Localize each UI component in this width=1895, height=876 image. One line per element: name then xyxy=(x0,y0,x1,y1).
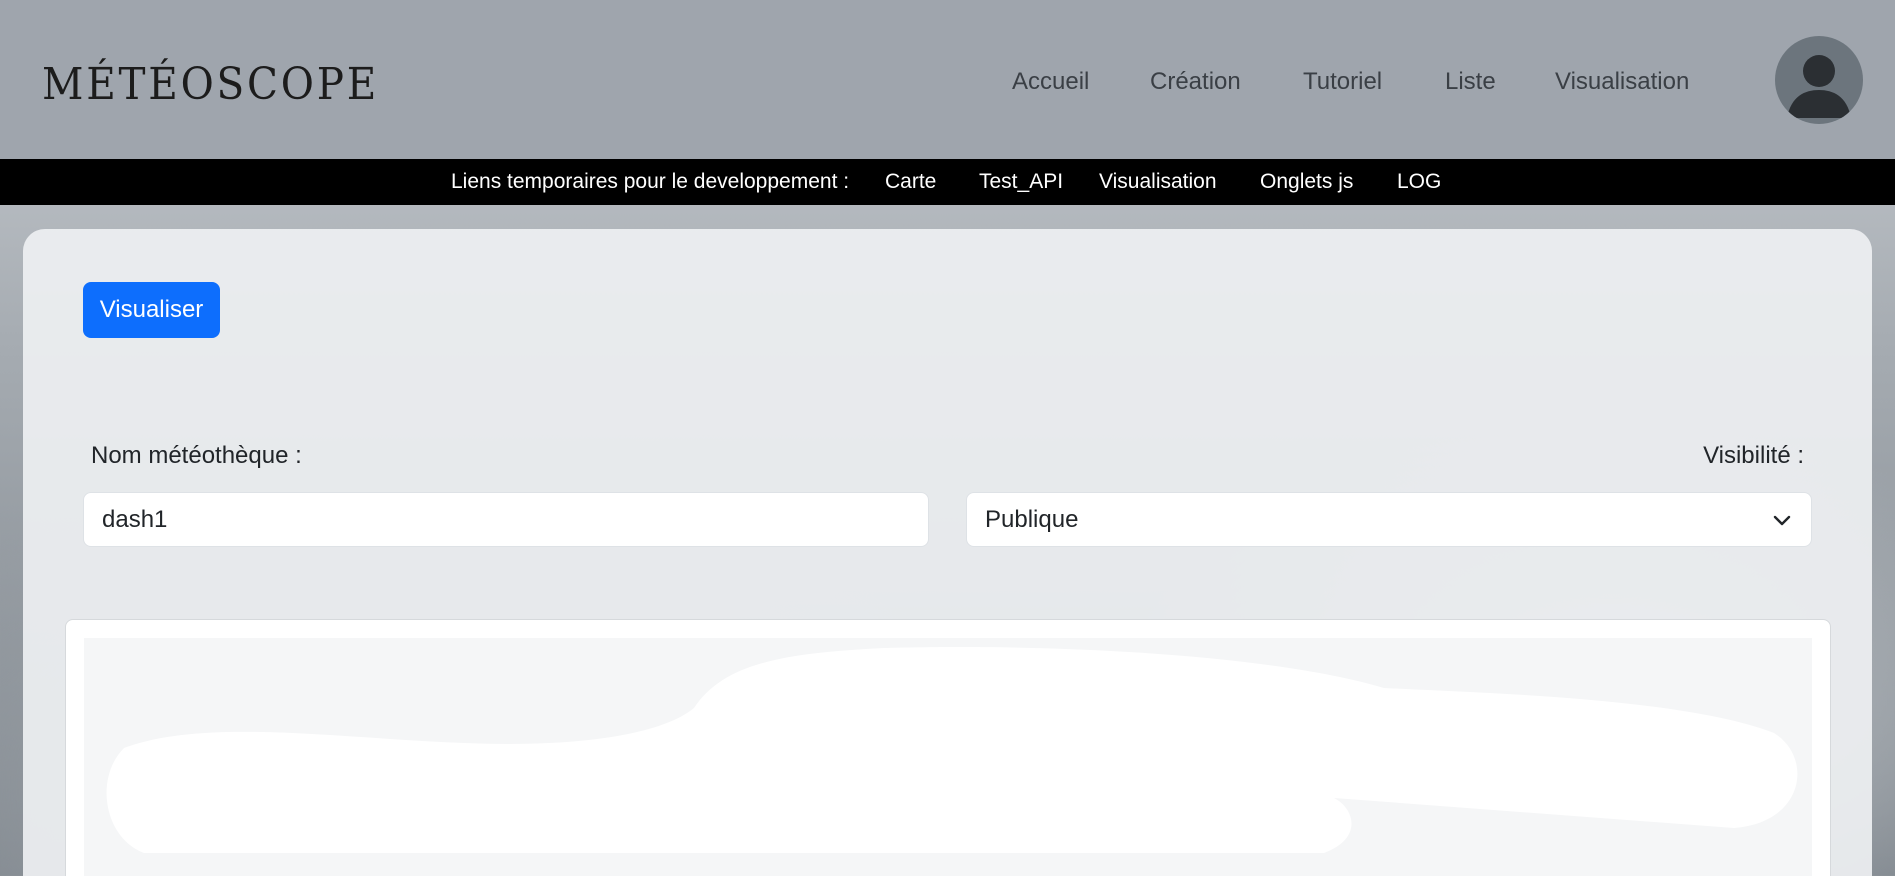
visibility-label: Visibilité : xyxy=(1703,442,1804,469)
dev-links-label: Liens temporaires pour le developpement … xyxy=(451,170,850,193)
user-silhouette-icon xyxy=(1787,55,1851,118)
nav-link-tutoriel[interactable]: Tutoriel xyxy=(1303,62,1382,102)
visibility-selected-value: Publique xyxy=(985,506,1079,533)
dev-link-onglets-js[interactable]: Onglets js xyxy=(1260,159,1353,205)
dev-links-bar: Liens temporaires pour le developpement … xyxy=(0,159,1895,205)
main-nav: Accueil Création Tutoriel Liste Visualis… xyxy=(0,62,1895,102)
user-avatar-icon[interactable] xyxy=(1775,36,1863,124)
visualize-button[interactable]: Visualiser xyxy=(83,282,220,338)
dev-link-visualisation[interactable]: Visualisation xyxy=(1099,159,1217,205)
visibility-select[interactable]: Publique xyxy=(966,492,1812,547)
dev-link-log[interactable]: LOG xyxy=(1397,159,1441,205)
nav-link-liste[interactable]: Liste xyxy=(1445,62,1496,102)
dashboard-canvas xyxy=(84,638,1812,876)
chevron-down-icon xyxy=(1773,515,1791,526)
nav-link-accueil[interactable]: Accueil xyxy=(1012,62,1089,102)
nav-link-visualisation[interactable]: Visualisation xyxy=(1555,62,1689,102)
meteotheque-name-input[interactable]: dash1 xyxy=(83,492,929,547)
dev-link-test-api[interactable]: Test_API xyxy=(979,159,1063,205)
meteotheque-name-label: Nom météothèque : xyxy=(91,442,302,469)
redacted-area xyxy=(106,647,1798,853)
dev-link-carte[interactable]: Carte xyxy=(885,159,936,205)
nav-link-creation[interactable]: Création xyxy=(1150,62,1241,102)
site-header: MÉTÉOSCOPE Accueil Création Tutoriel Lis… xyxy=(0,0,1895,159)
